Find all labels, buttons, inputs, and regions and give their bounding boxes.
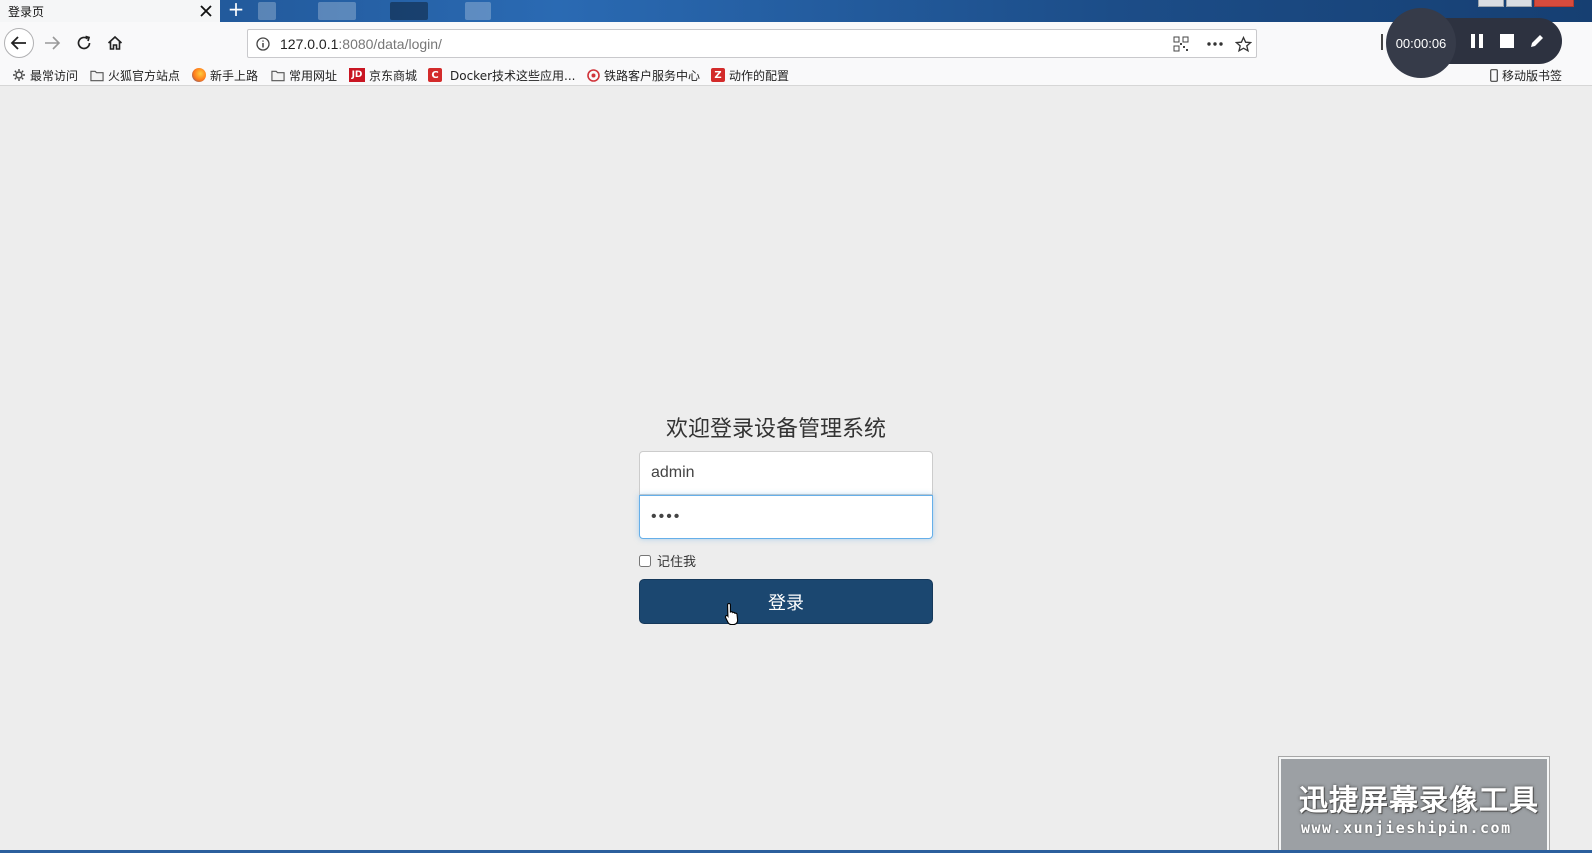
- close-icon[interactable]: [196, 1, 216, 21]
- remember-me-label: 记住我: [657, 555, 697, 570]
- bookmark-label: 常用网址: [289, 68, 338, 83]
- railway-icon: [586, 68, 600, 82]
- maximize-button[interactable]: [1506, 0, 1532, 7]
- jd-icon: JD: [349, 68, 365, 82]
- tab-login[interactable]: 登录页: [0, 0, 220, 22]
- watermark-en: www.xunjieshipin.com: [1301, 819, 1512, 837]
- bookmark-label: 新手上路: [210, 68, 259, 83]
- pause-icon: [1471, 34, 1483, 48]
- bookmark-label: 火狐官方站点: [108, 68, 181, 83]
- bookmark-jd[interactable]: JD 京东商城: [349, 66, 417, 84]
- desktop-icon: [465, 2, 491, 20]
- reload-icon: [77, 35, 91, 50]
- bookmark-label: Docker技术这些应用...: [450, 68, 576, 83]
- bookmark-docker[interactable]: C Docker技术这些应用...: [428, 66, 575, 84]
- pause-button[interactable]: [1466, 30, 1488, 52]
- info-icon[interactable]: [254, 35, 272, 53]
- bookmark-common-sites[interactable]: 常用网址: [271, 66, 337, 84]
- bookmark-mobile[interactable]: 移动版书签: [1490, 66, 1562, 84]
- tab-strip: 登录页 +: [0, 0, 1592, 22]
- url-path: :8080/data/login/: [338, 36, 442, 52]
- bookmarks-bar: 最常访问 火狐官方站点 新手上路 常用网址 JD 京东商城 C Docker技术…: [0, 64, 1592, 86]
- username-input[interactable]: [639, 451, 933, 495]
- folder-icon: [271, 68, 285, 82]
- z-logo-icon: Z: [711, 68, 725, 82]
- pen-button[interactable]: [1526, 30, 1548, 52]
- bookmark-action-config[interactable]: Z 动作的配置: [711, 66, 789, 84]
- gear-icon: [12, 68, 26, 82]
- stop-icon: [1500, 34, 1514, 48]
- bookmark-getting-started[interactable]: 新手上路: [192, 66, 258, 84]
- bookmark-label: 最常访问: [30, 68, 79, 83]
- folder-icon: [90, 68, 104, 82]
- qr-code-icon[interactable]: [1172, 35, 1190, 53]
- more-actions-icon[interactable]: [1206, 35, 1224, 53]
- bookmark-firefox-sites[interactable]: 火狐官方站点: [90, 66, 180, 84]
- url-text[interactable]: 127.0.0.1:8080/data/login/: [280, 36, 442, 52]
- home-button[interactable]: [100, 28, 130, 58]
- c-logo-icon: C: [428, 68, 442, 82]
- arrow-right-icon: [45, 36, 61, 50]
- new-tab-button[interactable]: +: [226, 0, 246, 20]
- url-bar[interactable]: 127.0.0.1:8080/data/login/: [247, 29, 1257, 58]
- minimize-button[interactable]: [1478, 0, 1504, 7]
- home-icon: [107, 35, 123, 50]
- url-host: 127.0.0.1: [280, 36, 339, 52]
- recorder-timer: 00:00:06: [1386, 8, 1456, 78]
- remember-me-checkbox[interactable]: [639, 554, 651, 567]
- login-button[interactable]: 登录: [639, 579, 933, 624]
- arrow-left-icon: [10, 36, 26, 50]
- close-window-button[interactable]: [1534, 0, 1574, 7]
- mobile-icon: [1490, 68, 1498, 82]
- back-button[interactable]: [4, 28, 34, 58]
- watermark-cn: 迅捷屏幕录像工具: [1299, 783, 1540, 817]
- password-input[interactable]: [639, 495, 933, 539]
- firefox-icon: [192, 68, 206, 82]
- bookmark-label: 移动版书签: [1502, 68, 1563, 83]
- bookmark-most-visited[interactable]: 最常访问: [12, 66, 78, 84]
- bookmark-label: 京东商城: [369, 68, 418, 83]
- remember-me[interactable]: 记住我: [639, 551, 696, 570]
- nav-bar: 127.0.0.1:8080/data/login/: [0, 22, 1592, 64]
- star-icon[interactable]: [1234, 35, 1252, 53]
- desktop-icon: [258, 2, 276, 20]
- library-icon[interactable]: [1381, 34, 1385, 50]
- bookmark-railway[interactable]: 铁路客户服务中心: [586, 66, 700, 84]
- window-controls: [1478, 0, 1574, 8]
- bookmark-label: 铁路客户服务中心: [604, 68, 701, 83]
- stop-button[interactable]: [1496, 30, 1518, 52]
- recorder-watermark: 迅捷屏幕录像工具 www.xunjieshipin.com: [1278, 756, 1550, 853]
- desktop-icon: [390, 2, 428, 20]
- reload-button[interactable]: [69, 28, 99, 58]
- hand-cursor-icon: [724, 602, 739, 626]
- pencil-icon: [1531, 35, 1543, 47]
- desktop-icon: [318, 2, 356, 20]
- bookmark-label: 动作的配置: [729, 68, 790, 83]
- forward-button[interactable]: [37, 28, 67, 58]
- login-title: 欢迎登录设备管理系统: [665, 417, 886, 442]
- tab-title: 登录页: [8, 4, 45, 19]
